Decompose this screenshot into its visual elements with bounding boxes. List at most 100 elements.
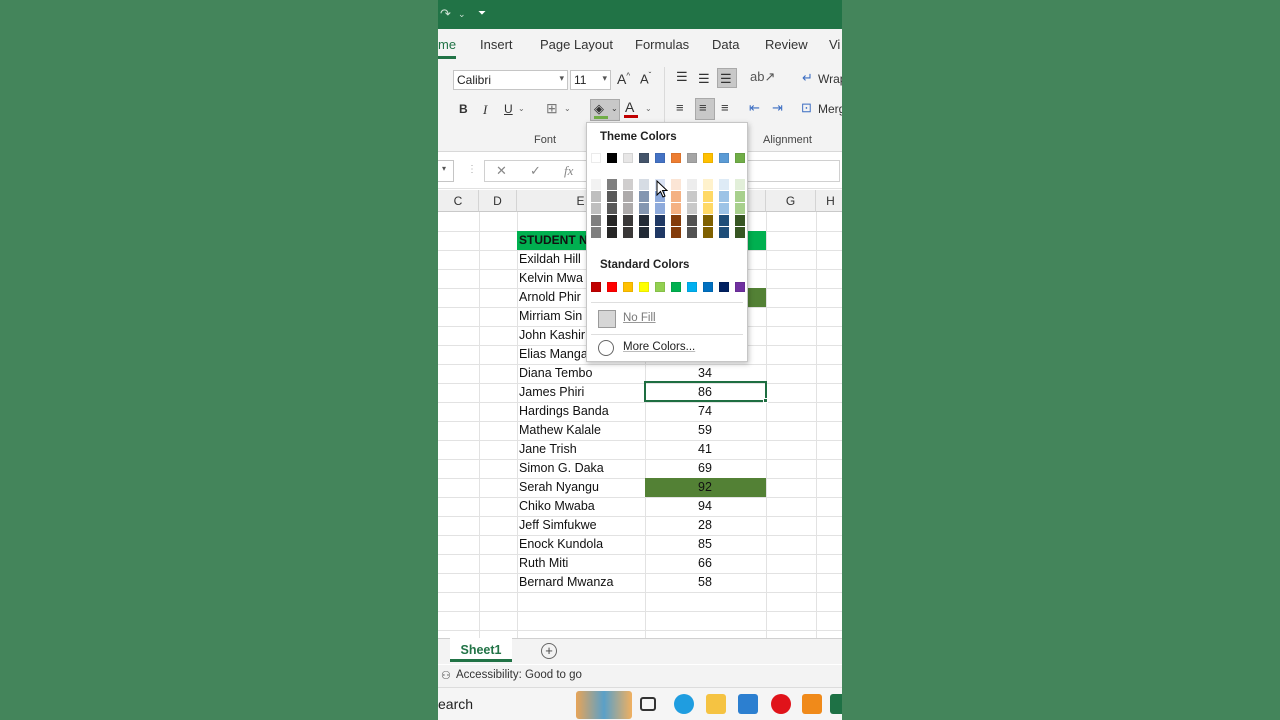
tab-insert[interactable]: Insert [480, 37, 513, 52]
theme-shade-swatch[interactable] [687, 191, 697, 202]
tab-home[interactable]: me [438, 37, 456, 52]
accessibility-status[interactable]: Accessibility: Good to go [456, 669, 582, 681]
theme-shade-swatch[interactable] [735, 215, 745, 226]
theme-shade-swatch[interactable] [703, 179, 713, 190]
theme-shade-swatch[interactable] [719, 215, 729, 226]
tab-formulas[interactable]: Formulas [635, 37, 689, 52]
increase-font-size-icon[interactable]: A^ [617, 71, 630, 87]
student-name-cell[interactable]: Mathew Kalale [519, 421, 645, 440]
theme-shade-swatch[interactable] [719, 191, 729, 202]
theme-color-swatch[interactable] [607, 153, 617, 163]
score-cell[interactable]: 66 [645, 554, 765, 573]
no-fill-option[interactable]: No Fill [623, 312, 656, 324]
fill-handle[interactable] [763, 398, 768, 403]
theme-shade-swatch[interactable] [607, 215, 617, 226]
theme-shade-swatch[interactable] [703, 203, 713, 214]
theme-shade-swatch[interactable] [719, 227, 729, 238]
student-name-cell[interactable]: Ruth Miti [519, 554, 645, 573]
student-name-cell[interactable]: Jeff Simfukwe [519, 516, 645, 535]
align-middle-icon[interactable]: ☰ [698, 71, 710, 87]
theme-shade-swatch[interactable] [703, 191, 713, 202]
student-name-cell[interactable]: Hardings Banda [519, 402, 645, 421]
standard-color-swatch[interactable] [607, 282, 617, 292]
decrease-font-size-icon[interactable]: Aˇ [640, 71, 651, 86]
theme-color-swatch[interactable] [703, 153, 713, 163]
score-cell[interactable]: 85 [645, 535, 765, 554]
cancel-icon[interactable]: ✕ [496, 163, 507, 179]
standard-color-swatch[interactable] [703, 282, 713, 292]
more-colors-option[interactable]: More Colors... [623, 341, 695, 353]
theme-color-swatch[interactable] [639, 153, 649, 163]
add-sheet-button[interactable]: + [541, 643, 557, 659]
score-cell[interactable]: 74 [645, 402, 765, 421]
orientation-icon[interactable]: ab↗ [750, 69, 775, 85]
theme-shade-swatch[interactable] [623, 203, 633, 214]
theme-shade-swatch[interactable] [639, 227, 649, 238]
score-cell[interactable]: 94 [645, 497, 765, 516]
column-header-h[interactable]: H [816, 190, 842, 212]
chevron-down-icon[interactable]: ⌄ [645, 104, 652, 113]
theme-shade-swatch[interactable] [671, 179, 681, 190]
column-header-d[interactable]: D [479, 190, 517, 212]
align-right-icon[interactable]: ≡ [721, 100, 729, 115]
standard-color-swatch[interactable] [655, 282, 665, 292]
enter-icon[interactable]: ✓ [530, 163, 541, 179]
theme-shade-swatch[interactable] [687, 227, 697, 238]
tab-review[interactable]: Review [765, 37, 808, 52]
merge-center-label[interactable]: Merg [818, 102, 842, 116]
customize-toolbar-icon[interactable]: ⏷ [478, 8, 486, 19]
edge-icon[interactable] [674, 694, 694, 714]
theme-shade-swatch[interactable] [591, 179, 601, 190]
theme-color-swatch[interactable] [735, 153, 745, 163]
align-left-icon[interactable]: ≡ [676, 100, 684, 115]
theme-shade-swatch[interactable] [735, 227, 745, 238]
theme-shade-swatch[interactable] [735, 179, 745, 190]
wrap-text-label[interactable]: Wrap [818, 72, 842, 86]
theme-shade-swatch[interactable] [591, 215, 601, 226]
widgets-icon[interactable] [576, 691, 632, 719]
column-header-c[interactable]: C [438, 190, 479, 212]
theme-shade-swatch[interactable] [655, 227, 665, 238]
theme-shade-swatch[interactable] [655, 215, 665, 226]
theme-shade-swatch[interactable] [591, 203, 601, 214]
chevron-down-icon[interactable]: ⌄ [564, 104, 571, 113]
theme-shade-swatch[interactable] [623, 179, 633, 190]
theme-shade-swatch[interactable] [719, 179, 729, 190]
column-header-g[interactable]: G [766, 190, 816, 212]
student-name-cell[interactable]: Simon G. Daka [519, 459, 645, 478]
standard-color-swatch[interactable] [687, 282, 697, 292]
theme-shade-swatch[interactable] [607, 179, 617, 190]
tab-view[interactable]: Vi [829, 37, 840, 52]
fill-color-button[interactable]: ◈ ⌄ [590, 99, 620, 121]
theme-shade-swatch[interactable] [687, 215, 697, 226]
redo-icon[interactable]: ↷ [440, 6, 451, 22]
score-cell[interactable]: 69 [645, 459, 765, 478]
student-name-cell[interactable]: Jane Trish [519, 440, 645, 459]
font-name-select[interactable]: Calibri ▾ [453, 70, 568, 90]
merge-center-icon[interactable]: ⊡ [801, 100, 812, 116]
wrap-text-icon[interactable]: ↵ [802, 70, 813, 86]
standard-color-swatch[interactable] [623, 282, 633, 292]
standard-color-swatch[interactable] [735, 282, 745, 292]
student-name-cell[interactable]: Diana Tembo [519, 364, 645, 383]
opera-icon[interactable] [771, 694, 791, 714]
insert-function-icon[interactable]: fx [564, 163, 573, 179]
theme-shade-swatch[interactable] [591, 191, 601, 202]
theme-shade-swatch[interactable] [639, 203, 649, 214]
theme-color-swatch[interactable] [623, 153, 633, 163]
score-cell[interactable]: 92 [645, 478, 765, 497]
chevron-down-icon[interactable]: ⌄ [518, 104, 525, 113]
file-explorer-icon[interactable] [706, 694, 726, 714]
font-color-button[interactable]: A [625, 99, 634, 115]
tab-page-layout[interactable]: Page Layout [540, 37, 613, 52]
excel-icon[interactable] [830, 694, 842, 714]
task-view-icon[interactable] [640, 697, 656, 711]
name-box[interactable]: ▾ [438, 160, 454, 182]
theme-shade-swatch[interactable] [671, 203, 681, 214]
underline-button[interactable]: U [504, 102, 513, 116]
theme-shade-swatch[interactable] [591, 227, 601, 238]
theme-color-swatch[interactable] [671, 153, 681, 163]
student-name-cell[interactable]: James Phiri [519, 383, 645, 402]
decrease-indent-icon[interactable]: ⇤ [749, 100, 760, 116]
theme-shade-swatch[interactable] [719, 203, 729, 214]
